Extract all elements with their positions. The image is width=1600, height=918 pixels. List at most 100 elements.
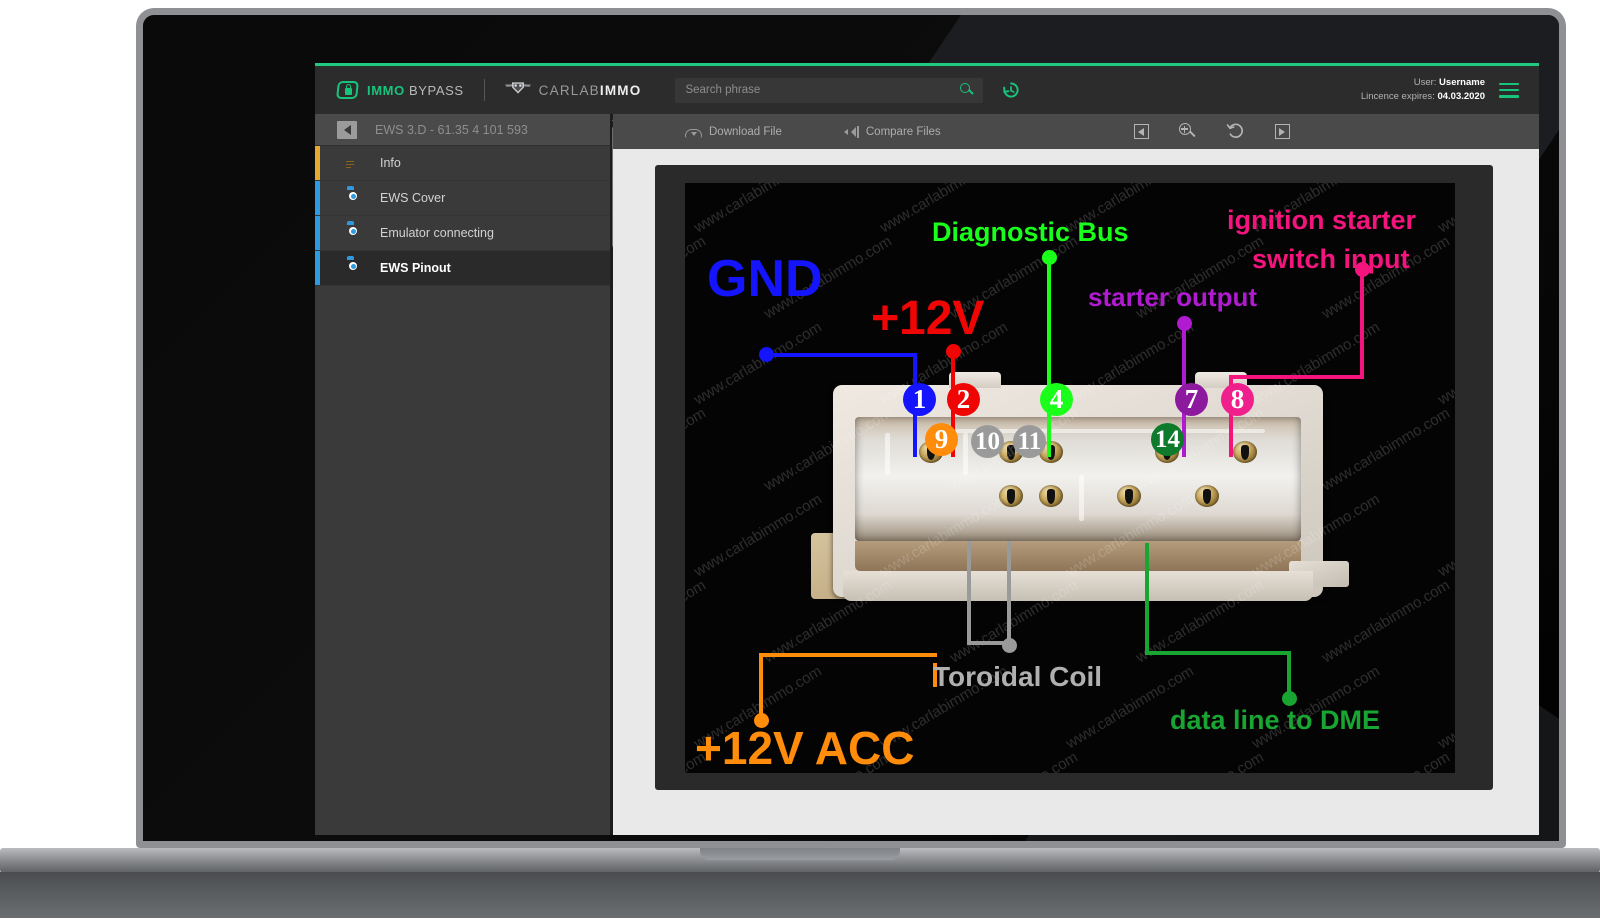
watermark-text: www.carlabimmo.com — [1319, 576, 1453, 667]
application-screen: IMMO BYPASS CARLABIMMO Search phrase Use… — [315, 63, 1539, 835]
pin-badge-14: 14 — [1151, 423, 1184, 456]
app-header: IMMO BYPASS CARLABIMMO Search phrase Use… — [315, 66, 1539, 114]
diagram-label-12v-acc: +12V ACC — [695, 722, 915, 773]
diagram-label-starter-output: starter output — [1088, 282, 1257, 312]
leader-dot-diagnostic-bus — [1042, 250, 1057, 265]
viewer-nav-controls — [1133, 121, 1290, 143]
watermark-text: www.carlabimmo.com — [1133, 749, 1267, 773]
brand-primary-rest: BYPASS — [404, 82, 464, 98]
diagram-label-diagnostic-bus: Diagnostic Bus — [932, 217, 1129, 247]
compare-files-label: Compare Files — [865, 125, 941, 138]
leader-line-diagnostic-bus — [1047, 255, 1051, 457]
sidebar-title: EWS 3.D - 61.35 4 101 593 — [375, 122, 528, 137]
diagram-label-12v: +12V — [871, 292, 985, 345]
leader-dot-gnd — [759, 347, 774, 362]
sidebar-item-label: Emulator connecting — [380, 226, 494, 240]
diagram-label-gnd: GND — [707, 250, 823, 308]
brand-secondary-strong: IMMO — [599, 82, 642, 98]
pin-badge-2: 2 — [947, 383, 980, 416]
search-box[interactable] — [675, 77, 984, 103]
leader-line-12vacc-h — [759, 653, 937, 657]
watermark-text: www.carlabimmo.com — [1319, 404, 1453, 495]
sidebar-item-list: Info EWS Cover Emulator connecting EWS Pino… — [315, 146, 613, 286]
sidebar-item-ews-pinout[interactable]: EWS Pinout — [315, 251, 613, 286]
next-icon[interactable] — [1274, 124, 1290, 139]
cloud-download-icon — [685, 126, 702, 138]
sidebar-item-emulator-connecting[interactable]: Emulator connecting — [315, 216, 613, 251]
sidebar-item-accent-bar — [315, 216, 320, 250]
header-divider — [483, 79, 485, 101]
sidebar-item-label: EWS Pinout — [380, 261, 451, 275]
laptop-lid: IMMO BYPASS CARLABIMMO Search phrase Use… — [136, 8, 1566, 848]
leader-line-toroidal-10 — [967, 541, 971, 645]
carlabimmo-logo[interactable]: CARLABIMMO — [504, 80, 642, 100]
ews-connector-photo — [811, 372, 1349, 625]
connector-pin-window — [855, 417, 1301, 541]
carlabimmo-logo-text: CARLABIMMO — [539, 83, 642, 98]
viewer-toolbar: Download File Compare Files — [613, 114, 1539, 149]
search-input[interactable] — [675, 84, 961, 96]
leader-dot-starter-output — [1177, 316, 1192, 331]
leader-dot-toroidal — [1002, 638, 1017, 653]
sidebar-header: EWS 3.D - 61.35 4 101 593 — [315, 114, 613, 146]
download-file-button[interactable]: Download File — [685, 126, 782, 138]
watermark-text: www.carlabimmo.com — [947, 749, 1081, 773]
sidebar-item-info[interactable]: Info — [315, 146, 613, 181]
sidebar-item-label: EWS Cover — [380, 191, 446, 205]
watermark-text: www.carlabimmo.com — [685, 404, 709, 495]
pin-badge-11: 11 — [1013, 425, 1046, 458]
immo-bypass-logo-text: IMMO BYPASS — [367, 83, 464, 98]
image-viewer-card: 1 2 4 7 8 9 10 11 14 GND +12V Diagnostic Bus starte… — [655, 165, 1493, 790]
laptop-mockup: IMMO BYPASS CARLABIMMO Search phrase Use… — [0, 0, 1600, 918]
pin-badge-10: 10 — [971, 425, 1004, 458]
watermark-text: www.carlabimmo.com — [1435, 490, 1455, 581]
diagram-label-toroidal-coil: Toroidal Coil — [933, 661, 1103, 692]
leader-line-gnd-h — [765, 353, 917, 357]
search-icon[interactable] — [960, 83, 975, 97]
sidebar-item-label: Info — [380, 156, 401, 170]
ews-pinout-diagram[interactable]: 1 2 4 7 8 9 10 11 14 GND +12V Diagnostic Bus starte… — [685, 183, 1455, 773]
padlock-icon — [336, 79, 359, 101]
watermark-text: www.carlabimmo.com — [685, 232, 709, 323]
watermark-text: www.carlabimmo.com — [1319, 749, 1453, 773]
hamburger-menu-icon[interactable] — [1499, 82, 1519, 98]
pin-badge-7: 7 — [1175, 383, 1208, 416]
watermark-text: www.carlabimmo.com — [1435, 662, 1455, 753]
leader-dot-dme — [1282, 691, 1297, 706]
compare-files-button[interactable]: Compare Files — [843, 125, 941, 138]
back-button[interactable] — [337, 120, 357, 139]
watermark-text: www.carlabimmo.com — [691, 318, 825, 409]
diagram-label-data-line-to-dme: data line to DME — [1170, 705, 1381, 735]
licence-label: Lincence expires: — [1360, 91, 1438, 102]
zoom-in-icon[interactable] — [1178, 123, 1196, 140]
document-icon — [343, 154, 363, 172]
user-info-block: User: Username Lincence expires: 04.03.2… — [1361, 76, 1485, 104]
licence-line: Lincence expires: 04.03.2020 — [1361, 90, 1485, 104]
camera-icon — [343, 186, 363, 207]
user-line: User: Username — [1361, 76, 1485, 90]
rotate-left-icon[interactable] — [1226, 121, 1245, 143]
brand-secondary-rest: CARLAB — [538, 82, 600, 98]
laptop-base-notch — [700, 848, 900, 860]
leader-line-dme-v1 — [1145, 543, 1149, 655]
watermark-text: www.carlabimmo.com — [1435, 318, 1455, 409]
laptop-base-bottom — [0, 872, 1600, 918]
sidebar-item-ews-cover[interactable]: EWS Cover — [315, 181, 613, 216]
user-label: User: — [1413, 77, 1440, 89]
camera-icon — [343, 221, 363, 242]
diagram-label-switch-input: switch input — [1252, 244, 1410, 274]
leader-line-ignition-v1 — [1360, 267, 1364, 377]
watermark-text: www.carlabimmo.com — [691, 490, 825, 581]
pin-badge-8: 8 — [1221, 383, 1254, 416]
user-name: Username — [1439, 77, 1485, 89]
history-icon[interactable] — [1001, 80, 1021, 100]
watermark-text: www.carlabimmo.com — [1435, 183, 1455, 237]
sidebar-item-accent-bar — [315, 146, 320, 180]
immo-bypass-logo[interactable]: IMMO BYPASS — [336, 79, 464, 101]
diagram-label-ignition-starter: ignition starter — [1227, 205, 1417, 235]
leader-line-dme-h — [1145, 651, 1291, 655]
pin-badge-1: 1 — [903, 383, 936, 416]
previous-icon[interactable] — [1133, 124, 1149, 139]
leader-line-12vacc-v2 — [759, 653, 763, 719]
licence-date: 04.03.2020 — [1437, 91, 1485, 102]
